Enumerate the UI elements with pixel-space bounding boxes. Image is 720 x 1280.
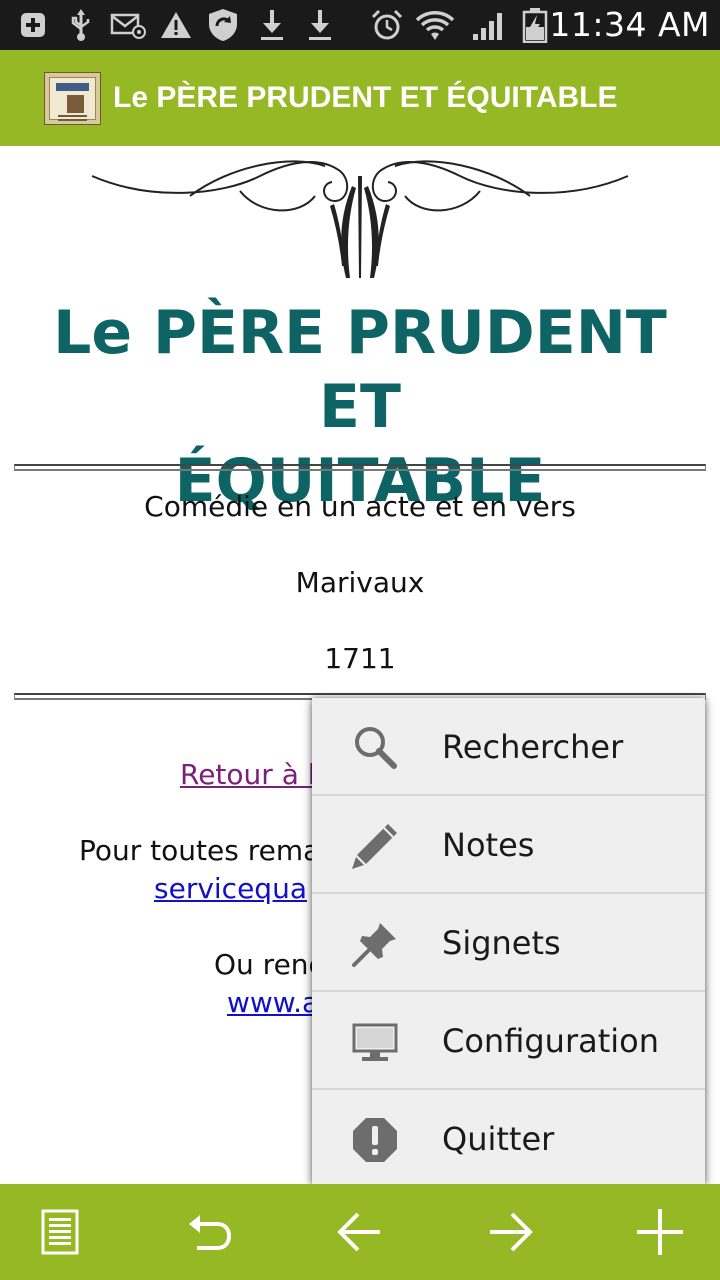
website-link-row: www.a [227,985,319,1021]
subtitle: Comédie en un acte et en vers [144,490,576,523]
horizontal-rule-top [14,464,706,471]
arrow-right-icon [490,1212,533,1252]
menu-label: Notes [442,826,535,864]
menu-item-rechercher[interactable]: Rechercher [312,698,705,796]
retour-link-row: Retour à l [180,757,316,793]
arrow-left-icon [337,1212,380,1252]
overflow-menu: Rechercher Notes Signets Configuration Q… [312,698,705,1184]
website-link[interactable]: www.a [227,986,319,1019]
status-bar: 11:34 AM [0,0,720,50]
add-button[interactable] [600,1184,720,1280]
logo-text-line [58,119,87,121]
menu-item-configuration[interactable]: Configuration [312,990,705,1088]
retour-link[interactable]: Retour à l [180,758,316,791]
website-text: Ou renc [214,948,324,981]
plus-icon [637,1209,683,1255]
download-icon-2 [302,0,338,50]
next-page-button[interactable] [450,1184,570,1280]
menu-label: Quitter [442,1120,555,1158]
email-link[interactable]: servicequa [154,872,307,905]
undo-button[interactable] [150,1184,270,1280]
monitor-icon [352,1023,398,1061]
undo-icon [189,1215,232,1250]
exclamation-icon [353,1118,397,1162]
year: 1711 [324,642,396,675]
pushpin-icon [352,923,396,967]
menu-label: Configuration [442,1022,660,1060]
app-logo[interactable] [44,72,101,125]
menu-label: Rechercher [442,728,624,766]
battery-charging-icon [518,0,552,50]
author: Marivaux [295,566,425,599]
menu-label: Signets [442,924,561,962]
pencil-icon [352,824,397,869]
alarm-icon [368,0,406,50]
menu-item-notes[interactable]: Notes [312,794,705,892]
shield-sync-icon [204,0,242,50]
table-of-contents-button[interactable] [0,1184,120,1280]
app-title: Le PÈRE PRUDENT ET ÉQUITABLE [113,81,618,114]
warning-icon [158,0,194,50]
email-link-row: servicequa [154,871,307,907]
logo-portrait [67,95,84,113]
wifi-icon [414,0,456,50]
logo-text-line [58,115,87,117]
logo-top-band [56,83,89,91]
email-icon [108,0,148,50]
remarks-text: Pour toutes rema [79,834,321,867]
menu-item-quitter[interactable]: Quitter [312,1088,705,1186]
document-title-line-1: Le PÈRE PRUDENT ET [53,298,667,442]
document-title: Le PÈRE PRUDENT ET ÉQUITABLE [10,296,710,518]
ornament-flourish [91,160,629,278]
signal-icon [470,0,508,50]
previous-page-button[interactable] [300,1184,420,1280]
list-icon [41,1209,79,1255]
download-icon [254,0,290,50]
logo-book-cover [49,77,96,121]
bottom-toolbar [0,1184,720,1280]
action-bar: Le PÈRE PRUDENT ET ÉQUITABLE [0,50,720,146]
usb-icon [64,0,98,50]
add-notification-icon [16,0,50,50]
search-icon [355,727,397,769]
status-time: 11:34 AM [549,5,710,44]
menu-item-signets[interactable]: Signets [312,892,705,990]
